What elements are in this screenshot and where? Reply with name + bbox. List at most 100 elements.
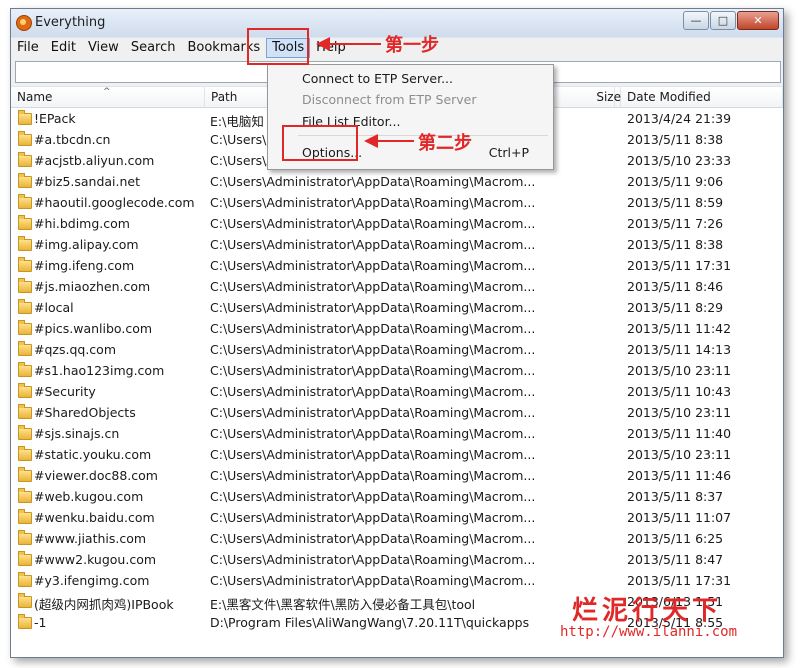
list-item[interactable]: #img.ifeng.com C:\Users\Administrator\App…	[11, 255, 783, 276]
menu-file[interactable]: File	[11, 38, 45, 58]
menu-view[interactable]: View	[82, 38, 125, 58]
file-path: C:\Users\Administrator\AppData\Roaming\M…	[210, 447, 536, 462]
minimize-icon: —	[690, 14, 702, 27]
watermark-url: http://www.ilanni.com	[560, 624, 738, 640]
file-path: C:\Users\Administrator\AppData\Roaming\M…	[210, 510, 536, 525]
folder-icon	[18, 509, 32, 524]
list-item[interactable]: #s1.hao123img.com C:\Users\Administrator\…	[11, 360, 783, 381]
list-item[interactable]: #viewer.doc88.com C:\Users\Administrator\…	[11, 465, 783, 486]
list-item[interactable]: #biz5.sandai.net C:\Users\Administrator\A…	[11, 171, 783, 192]
list-item[interactable]: #www2.kugou.com C:\Users\Administrator\Ap…	[11, 549, 783, 570]
file-path: C:\Users\Administrator\AppData\Roaming\M…	[210, 405, 536, 420]
folder-icon	[18, 362, 32, 377]
file-date-modified: 2013/5/11 11:46	[627, 468, 732, 483]
folder-icon	[18, 551, 32, 566]
list-item[interactable]: #y3.ifengimg.com C:\Users\Administrator\A…	[11, 570, 783, 591]
file-date-modified: 2013/5/11 8:38	[627, 132, 724, 147]
file-name: #wenku.baidu.com	[34, 510, 155, 525]
folder-icon	[18, 614, 32, 629]
file-name: #SharedObjects	[34, 405, 136, 420]
folder-icon	[18, 488, 32, 503]
folder-icon	[18, 110, 32, 125]
file-date-modified: 2013/5/10 23:11	[627, 405, 732, 420]
folder-icon	[18, 236, 32, 251]
file-date-modified: 2013/5/11 8:59	[627, 195, 724, 210]
file-date-modified: 2013/5/11 8:29	[627, 300, 724, 315]
file-path: C:\Users\Administrator\AppData\Roaming\M…	[210, 384, 536, 399]
file-date-modified: 2013/5/10 23:11	[627, 447, 732, 462]
folder-icon	[18, 425, 32, 440]
file-path: C:\Users\Administrator\AppData\Roaming\M…	[210, 363, 536, 378]
menu-connect-etp[interactable]: Connect to ETP Server...	[270, 68, 549, 89]
window-title: Everything	[35, 15, 106, 30]
column-date-label: Date Modified	[627, 90, 711, 104]
minimize-button[interactable]: —	[683, 11, 709, 30]
menu-edit[interactable]: Edit	[45, 38, 82, 58]
folder-icon	[18, 152, 32, 167]
everything-window: Everything — □ ✕ File Edit View Search B…	[10, 8, 784, 658]
file-list[interactable]: !EPack E:\电脑知 2013/4/24 21:39 #a.tbcdn.cn C:…	[11, 108, 783, 657]
file-date-modified: 2013/5/11 17:31	[627, 258, 732, 273]
folder-icon	[18, 341, 32, 356]
list-item[interactable]: #static.youku.com C:\Users\Administrator\…	[11, 444, 783, 465]
file-path: C:\Users\Administrator\AppData\Roaming\M…	[210, 195, 536, 210]
file-name: #js.miaozhen.com	[34, 279, 151, 294]
list-item[interactable]: #js.miaozhen.com C:\Users\Administrator\A…	[11, 276, 783, 297]
folder-icon	[18, 320, 32, 335]
folder-icon	[18, 299, 32, 314]
list-item[interactable]: #wenku.baidu.com C:\Users\Administrator\A…	[11, 507, 783, 528]
menu-options-shortcut: Ctrl+P	[488, 145, 529, 160]
window-controls: — □ ✕	[682, 11, 779, 30]
folder-icon	[18, 278, 32, 293]
file-name: #pics.wanlibo.com	[34, 321, 153, 336]
close-button[interactable]: ✕	[737, 11, 779, 30]
list-item[interactable]: #web.kugou.com C:\Users\Administrator\App…	[11, 486, 783, 507]
file-name: #qzs.qq.com	[34, 342, 116, 357]
file-date-modified: 2013/5/11 8:37	[627, 489, 724, 504]
menu-search[interactable]: Search	[125, 38, 182, 58]
list-item[interactable]: #qzs.qq.com C:\Users\Administrator\AppDat…	[11, 339, 783, 360]
list-item[interactable]: #SharedObjects C:\Users\Administrator\App…	[11, 402, 783, 423]
file-path: C:\Users\Administrator\AppData\Roaming\M…	[210, 237, 536, 252]
folder-icon	[18, 467, 32, 482]
file-date-modified: 2013/5/10 23:33	[627, 153, 732, 168]
list-item[interactable]: #www.jiathis.com C:\Users\Administrator\A…	[11, 528, 783, 549]
list-item[interactable]: #Security C:\Users\Administrator\AppData\…	[11, 381, 783, 402]
file-date-modified: 2013/5/11 14:13	[627, 342, 732, 357]
file-date-modified: 2013/5/11 11:07	[627, 510, 732, 525]
file-name: #www.jiathis.com	[34, 531, 147, 546]
folder-icon	[18, 215, 32, 230]
folder-icon	[18, 173, 32, 188]
file-name: #sjs.sinajs.cn	[34, 426, 120, 441]
list-item[interactable]: #haoutil.googlecode.com C:\Users\Administ…	[11, 192, 783, 213]
folder-icon	[18, 383, 32, 398]
step2-label: 第二步	[418, 133, 472, 154]
step1-label: 第一步	[385, 35, 439, 56]
step1-highlight-box	[247, 28, 309, 65]
menu-disconnect-etp[interactable]: Disconnect from ETP Server	[270, 89, 549, 110]
file-date-modified: 2013/5/11 17:31	[627, 573, 732, 588]
folder-icon	[18, 131, 32, 146]
file-path: C:\Users\Administrator\AppData\Roaming\M…	[210, 342, 536, 357]
maximize-button[interactable]: □	[710, 11, 736, 30]
list-item[interactable]: #img.alipay.com C:\Users\Administrator\Ap…	[11, 234, 783, 255]
file-path: C:\Users\Administrator\AppData\Roaming\M…	[210, 321, 536, 336]
file-path: C:\Users\Administrator\AppData\Roaming\M…	[210, 531, 536, 546]
file-date-modified: 2013/5/11 9:06	[627, 174, 724, 189]
maximize-icon: □	[717, 14, 729, 27]
list-item[interactable]: #pics.wanlibo.com C:\Users\Administrator\…	[11, 318, 783, 339]
column-date-header[interactable]: Date Modified	[621, 87, 783, 107]
list-item[interactable]: #local C:\Users\Administrator\AppData\Roa…	[11, 297, 783, 318]
file-date-modified: 2013/5/11 11:42	[627, 321, 732, 336]
file-date-modified: 2013/4/24 21:39	[627, 111, 732, 126]
file-date-modified: 2013/5/10 23:11	[627, 363, 732, 378]
file-name: #web.kugou.com	[34, 489, 144, 504]
list-item[interactable]: #sjs.sinajs.cn C:\Users\Administrator\App…	[11, 423, 783, 444]
list-item[interactable]: #hi.bdimg.com C:\Users\Administrator\AppD…	[11, 213, 783, 234]
column-name-header[interactable]: Name ^	[11, 87, 205, 107]
file-path: E:\黑客文件\黑客软件\黑防入侵必备工具包\tool	[210, 597, 476, 612]
column-size-header[interactable]: Size	[571, 87, 621, 107]
file-name: #local	[34, 300, 74, 315]
file-date-modified: 2013/5/11 8:46	[627, 279, 724, 294]
folder-icon	[18, 404, 32, 419]
